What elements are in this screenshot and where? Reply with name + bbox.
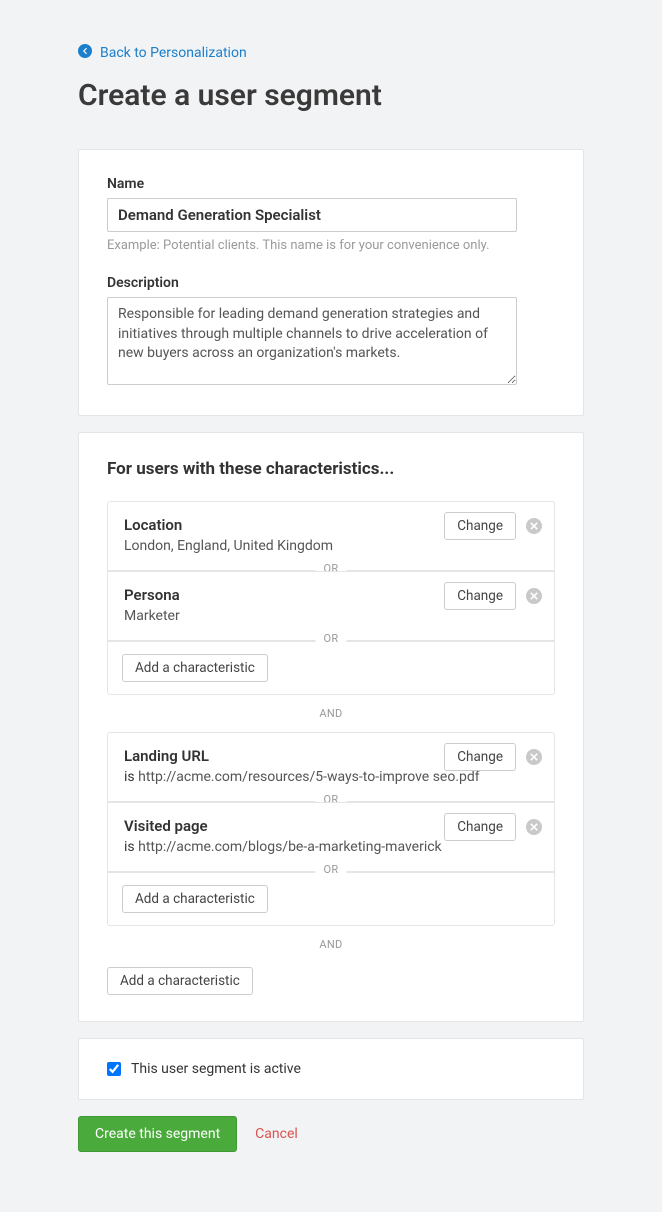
name-label: Name	[107, 176, 555, 192]
action-bar: Create this segment Cancel	[78, 1116, 584, 1152]
characteristic-group: Landing URL is http://acme.com/resources…	[107, 732, 555, 926]
remove-icon[interactable]	[526, 819, 542, 835]
remove-icon[interactable]	[526, 749, 542, 765]
remove-icon[interactable]	[526, 518, 542, 534]
create-segment-button[interactable]: Create this segment	[78, 1116, 237, 1152]
description-textarea[interactable]	[107, 297, 517, 385]
or-separator: OR	[108, 640, 554, 641]
characteristic-rule: Landing URL is http://acme.com/resources…	[108, 733, 554, 801]
description-label: Description	[107, 275, 555, 291]
add-characteristic-row: Add a characteristic	[108, 872, 554, 925]
and-separator: AND	[107, 695, 555, 732]
characteristic-group: Location London, England, United Kingdom…	[107, 501, 555, 695]
add-characteristic-row: Add a characteristic	[108, 641, 554, 694]
characteristics-heading: For users with these characteristics...	[107, 459, 555, 479]
name-hint: Example: Potential clients. This name is…	[107, 238, 555, 253]
change-button[interactable]: Change	[444, 743, 516, 771]
and-separator: AND	[107, 926, 555, 963]
add-characteristic-button[interactable]: Add a characteristic	[122, 885, 268, 913]
active-label: This user segment is active	[131, 1061, 301, 1077]
characteristic-rule: Persona Marketer Change	[108, 571, 554, 640]
add-characteristic-group-button[interactable]: Add a characteristic	[107, 967, 253, 995]
page-title: Create a user segment	[78, 78, 584, 113]
rule-value: is http://acme.com/resources/5-ways-to-i…	[124, 769, 538, 785]
back-link[interactable]: Back to Personalization	[78, 44, 247, 62]
characteristic-rule: Location London, England, United Kingdom…	[108, 502, 554, 570]
name-input[interactable]	[107, 198, 517, 232]
characteristic-rule: Visited page is http://acme.com/blogs/be…	[108, 802, 554, 871]
rule-value: is http://acme.com/blogs/be-a-marketing-…	[124, 839, 538, 855]
remove-icon[interactable]	[526, 588, 542, 604]
characteristics-card: For users with these characteristics... …	[78, 432, 584, 1022]
segment-basics-card: Name Example: Potential clients. This na…	[78, 149, 584, 416]
add-characteristic-button[interactable]: Add a characteristic	[122, 654, 268, 682]
cancel-link[interactable]: Cancel	[255, 1126, 298, 1142]
change-button[interactable]: Change	[444, 512, 516, 540]
rule-value: London, England, United Kingdom	[124, 538, 538, 554]
rule-value: Marketer	[124, 608, 538, 624]
active-checkbox[interactable]	[107, 1062, 121, 1076]
change-button[interactable]: Change	[444, 813, 516, 841]
arrow-left-circle-icon	[78, 44, 92, 62]
back-link-label: Back to Personalization	[100, 45, 247, 61]
active-checkbox-row[interactable]: This user segment is active	[107, 1061, 555, 1077]
change-button[interactable]: Change	[444, 582, 516, 610]
or-separator: OR	[108, 871, 554, 872]
active-card: This user segment is active	[78, 1038, 584, 1100]
